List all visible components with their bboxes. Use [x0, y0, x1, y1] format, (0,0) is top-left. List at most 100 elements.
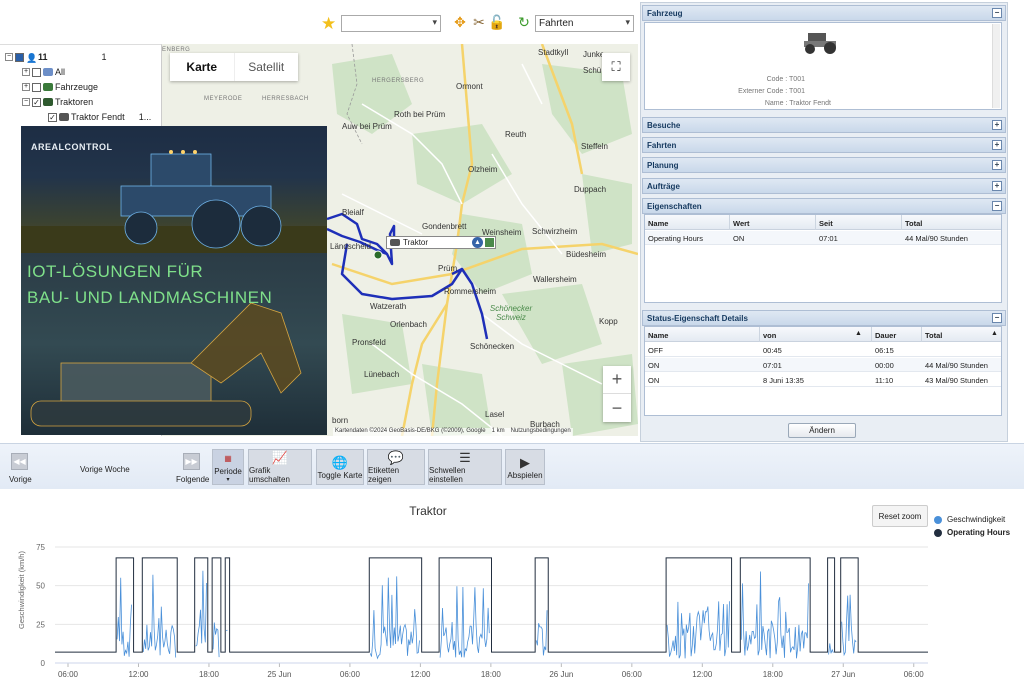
- collapse-icon[interactable]: −: [992, 313, 1002, 323]
- legend-item-speed[interactable]: Geschwindigkeit: [934, 513, 1010, 526]
- x-tick-label: 18:00: [481, 670, 502, 679]
- crosshair-icon[interactable]: ✥: [452, 14, 468, 30]
- vehicle-icon: [43, 83, 53, 91]
- section-besuche[interactable]: Besuche +: [642, 117, 1006, 133]
- sort-asc-icon[interactable]: ▲: [855, 330, 862, 337]
- checkbox[interactable]: ✓: [48, 112, 57, 122]
- next-icon[interactable]: ▶▶: [183, 453, 200, 470]
- collapse-icon[interactable]: −: [992, 8, 1002, 18]
- map-terms-link[interactable]: Nutzungsbedingungen: [511, 428, 571, 437]
- section-planung[interactable]: Planung +: [642, 157, 1006, 173]
- x-tick-label: 06:00: [622, 670, 643, 679]
- next-label[interactable]: Folgende: [176, 475, 209, 484]
- legend-dot: [934, 528, 942, 537]
- expand-icon[interactable]: +: [22, 68, 30, 76]
- refresh-icon[interactable]: ↻: [516, 14, 532, 30]
- speed-chart: Traktor Geschwindigkeit (km/h) 0 25 50 75 0…: [0, 495, 1024, 690]
- prev-icon[interactable]: ◀◀: [11, 453, 28, 470]
- toggle-karte-button[interactable]: 🌐 Toggle Karte: [316, 449, 364, 485]
- checkbox[interactable]: [32, 82, 41, 92]
- periode-button[interactable]: ▦ Periode ▾: [212, 449, 244, 485]
- section-fahrten[interactable]: Fahrten +: [642, 137, 1006, 153]
- line-chart-icon: 📈: [271, 450, 289, 465]
- chevron-down-icon: ▾: [625, 17, 630, 27]
- zoom-out-button[interactable]: −: [603, 394, 631, 422]
- checkbox[interactable]: ✓: [32, 97, 41, 107]
- status-details-table: Name von ▲ Dauer Total ▲ OFF 00:45 06:15…: [644, 326, 1002, 416]
- legend-item-hours[interactable]: Operating Hours: [934, 526, 1010, 539]
- chevron-down-icon: ▾: [432, 17, 437, 27]
- play-icon: ▶: [520, 454, 530, 470]
- tree-item-traktoren[interactable]: − ✓ Traktoren: [22, 95, 93, 109]
- expand-icon[interactable]: +: [992, 140, 1002, 150]
- section-auftrage[interactable]: Aufträge +: [642, 178, 1006, 194]
- expand-icon[interactable]: +: [992, 160, 1002, 170]
- chart-title: Traktor: [409, 504, 447, 518]
- tree-root[interactable]: − 👤 11 1: [5, 50, 107, 64]
- legend-dot: [934, 515, 942, 524]
- tools-icon[interactable]: ✂: [471, 14, 487, 30]
- speed-line: [116, 570, 857, 660]
- checkbox[interactable]: [15, 52, 24, 62]
- table-row[interactable]: Operating Hours ON 07:01 44 Mal/90 Stund…: [645, 231, 1001, 245]
- x-tick-label: 18:00: [763, 670, 784, 679]
- zoom-control: + −: [603, 366, 631, 422]
- map-type-tabs: Karte Satellit: [170, 53, 298, 81]
- tractor-icon: [390, 239, 400, 246]
- collapse-icon[interactable]: −: [992, 201, 1002, 211]
- etiketten-zeigen-button[interactable]: 💬 Etiketten zeigen: [367, 449, 425, 485]
- tree-item-all[interactable]: + All: [22, 65, 65, 79]
- comment-icon: 💬: [387, 450, 405, 465]
- prev-label[interactable]: Vorige: [9, 475, 32, 484]
- reset-zoom-button[interactable]: Reset zoom: [872, 505, 928, 527]
- group-icon: [43, 68, 53, 76]
- zoom-in-button[interactable]: +: [603, 366, 631, 394]
- abspielen-button[interactable]: ▶ Abspielen: [505, 449, 545, 485]
- column-menu-icon[interactable]: ▲: [991, 330, 998, 337]
- table-row[interactable]: ON 8 Juni 13:35 11:10 43 Mal/90 Stunden: [645, 373, 1001, 387]
- table-header: Name Wert Seit Total: [645, 215, 1001, 230]
- section-status-details[interactable]: Status-Eigenschaft Details −: [642, 310, 1006, 326]
- section-fahrzeug[interactable]: Fahrzeug −: [642, 5, 1006, 21]
- type-select[interactable]: Fahrten ▾: [535, 15, 634, 32]
- expand-icon[interactable]: +: [992, 120, 1002, 130]
- tab-satellite[interactable]: Satellit: [233, 53, 299, 81]
- direction-icon: ▲: [472, 237, 483, 248]
- sliders-icon: ☰: [459, 450, 471, 465]
- grafik-umschalten-button[interactable]: 📈 Grafik umschalten: [248, 449, 312, 485]
- unlock-icon[interactable]: 🔓: [488, 14, 505, 30]
- favorite-star-icon[interactable]: ★: [321, 14, 336, 34]
- advertisement-banner[interactable]: AREALCONTROL IOT-LÖSUNGEN FÜR BAU- UND L…: [21, 126, 327, 435]
- app-window: { "toolbar": { "fav_select_value": "", "…: [0, 0, 1024, 690]
- ad-headline-2: BAU- UND LANDMASCHINEN: [27, 288, 273, 307]
- andern-button[interactable]: Ändern: [788, 423, 856, 438]
- table-row[interactable]: OFF 00:45 06:15: [645, 343, 1001, 357]
- user-icon: 👤: [26, 53, 38, 63]
- table-row[interactable]: ON 07:01 00:00 44 Mal/90 Stunden: [645, 358, 1001, 372]
- scrollbar[interactable]: [992, 24, 1000, 108]
- section-eigenschaften[interactable]: Eigenschaften −: [642, 198, 1006, 214]
- y-tick-label: 75: [36, 543, 45, 552]
- tractor-icon: [43, 98, 53, 106]
- checkbox[interactable]: [32, 67, 41, 77]
- vehicle-image: [804, 33, 836, 54]
- vehicle-info-box: Code : T001 Externer Code : T001 Name : …: [644, 22, 1002, 110]
- tree-item-traktor-fendt[interactable]: ✓ Traktor Fendt 1...: [48, 110, 151, 124]
- favorite-select[interactable]: ▾: [341, 15, 441, 32]
- tree-item-fahrzeuge[interactable]: + Fahrzeuge: [22, 80, 98, 94]
- chart-legend: Geschwindigkeit Operating Hours: [934, 513, 1010, 539]
- fullscreen-icon[interactable]: ⛶: [602, 53, 630, 81]
- x-tick-label: 06:00: [58, 670, 79, 679]
- vehicle-marker-label[interactable]: Traktor ▲: [386, 236, 496, 249]
- x-tick-label: 26 Jun: [549, 670, 573, 679]
- collapse-icon[interactable]: −: [22, 98, 30, 106]
- collapse-icon[interactable]: −: [5, 53, 13, 61]
- expand-icon[interactable]: +: [22, 83, 30, 91]
- schwellen-einstellen-button[interactable]: ☰ Schwellen einstellen: [428, 449, 502, 485]
- x-tick-label: 06:00: [904, 670, 925, 679]
- y-tick-label: 25: [36, 620, 45, 629]
- tab-map[interactable]: Karte: [170, 53, 234, 81]
- y-axis-label: Geschwindigkeit (km/h): [17, 551, 26, 629]
- x-tick-label: 25 Jun: [267, 670, 291, 679]
- expand-icon[interactable]: +: [992, 181, 1002, 191]
